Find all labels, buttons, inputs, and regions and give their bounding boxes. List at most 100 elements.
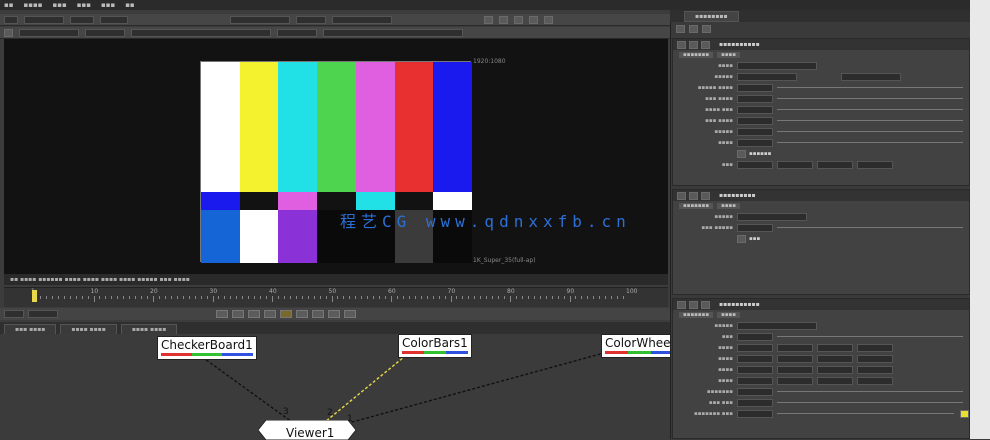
param-field[interactable]: [737, 376, 773, 385]
panel-close-icon[interactable]: [677, 300, 686, 309]
tab-dope-sheet[interactable]: ▪▪▪▪ ▪▪▪▪: [120, 324, 178, 334]
tab-node-graph[interactable]: ▪▪▪ ▪▪▪▪: [4, 324, 57, 334]
param-field[interactable]: [737, 116, 773, 125]
menu-layout[interactable]: ▪▪▪: [52, 1, 66, 9]
viewer-input-1[interactable]: 1: [347, 414, 353, 424]
tab-curve-editor[interactable]: ▪▪▪▪ ▪▪▪▪: [60, 324, 117, 334]
param-field[interactable]: [737, 105, 773, 114]
panel-center-icon[interactable]: [689, 40, 698, 49]
param-field[interactable]: [817, 160, 853, 169]
param-slider[interactable]: [777, 336, 963, 337]
pause-button[interactable]: [529, 15, 538, 24]
menu-render[interactable]: ▪▪▪: [101, 1, 115, 9]
stop-button[interactable]: [280, 310, 292, 318]
proxy-button[interactable]: [4, 28, 13, 37]
minimize-panels-button[interactable]: [702, 25, 711, 33]
gain-value[interactable]: [85, 28, 125, 37]
param-field[interactable]: [857, 365, 893, 374]
roi-button[interactable]: [484, 15, 493, 24]
param-dropdown[interactable]: [737, 72, 797, 81]
param-field[interactable]: [737, 83, 773, 92]
display-select[interactable]: [100, 15, 128, 24]
panel-float-icon[interactable]: [701, 191, 710, 200]
param-field[interactable]: [857, 343, 893, 352]
prev-key-button[interactable]: [232, 310, 244, 318]
color-swatch-button[interactable]: [960, 409, 969, 418]
param-field[interactable]: [737, 127, 773, 136]
panel-center-icon[interactable]: [689, 191, 698, 200]
param-field[interactable]: [777, 365, 813, 374]
param-slider[interactable]: [777, 120, 963, 121]
param-field[interactable]: [737, 398, 773, 407]
play-button[interactable]: [296, 310, 308, 318]
param-field[interactable]: [857, 354, 893, 363]
param-dropdown[interactable]: [737, 321, 817, 330]
first-frame-button[interactable]: [216, 310, 228, 318]
play-back-button[interactable]: [264, 310, 276, 318]
param-field[interactable]: [777, 160, 813, 169]
param-field[interactable]: [777, 343, 813, 352]
gamma-value[interactable]: [277, 28, 317, 37]
playhead-handle[interactable]: [32, 290, 37, 302]
timeline[interactable]: 1102030405060708090100: [4, 287, 668, 307]
param-field[interactable]: [817, 376, 853, 385]
node-graph[interactable]: CheckerBoard1 ColorBars1 ColorWheel View…: [0, 334, 677, 440]
node-viewer-label[interactable]: Viewer1: [286, 426, 334, 440]
param-field[interactable]: [737, 409, 773, 418]
layer-select[interactable]: [24, 15, 64, 24]
node-colorbars[interactable]: ColorBars1: [398, 334, 472, 358]
frame-range[interactable]: [28, 310, 58, 318]
param-slider[interactable]: [777, 402, 963, 403]
param-field[interactable]: [857, 160, 893, 169]
panel-close-icon[interactable]: [677, 191, 686, 200]
param-slider[interactable]: [777, 109, 963, 110]
param-dropdown[interactable]: [737, 61, 817, 70]
param-field[interactable]: [777, 354, 813, 363]
param-slider[interactable]: [777, 98, 963, 99]
param-field[interactable]: [817, 365, 853, 374]
param-field[interactable]: [857, 376, 893, 385]
param-checkbox[interactable]: [737, 234, 746, 243]
param-field[interactable]: [817, 354, 853, 363]
param-field[interactable]: [737, 387, 773, 396]
param-field[interactable]: [737, 138, 773, 147]
channel-select[interactable]: [4, 15, 18, 24]
last-frame-button[interactable]: [344, 310, 356, 318]
panel-float-icon[interactable]: [701, 40, 710, 49]
step-forward-button[interactable]: [312, 310, 324, 318]
param-field[interactable]: [737, 365, 773, 374]
tab-properties[interactable]: ▪▪▪▪▪▪▪▪: [684, 11, 739, 22]
node-colorwheel[interactable]: ColorWheel: [601, 334, 677, 358]
param-slider[interactable]: [777, 131, 963, 132]
wipe-button[interactable]: [544, 15, 553, 24]
viewer-input-2[interactable]: 2: [327, 408, 333, 418]
param-field[interactable]: [737, 94, 773, 103]
max-panels-button[interactable]: [689, 25, 698, 33]
param-slider[interactable]: [777, 413, 954, 414]
param-slider[interactable]: [777, 391, 963, 392]
param-field[interactable]: [737, 332, 773, 341]
param-field[interactable]: [737, 343, 773, 352]
menu-viewer[interactable]: ▪▪▪: [77, 1, 91, 9]
gamma-slider[interactable]: [131, 28, 271, 37]
input-a-select[interactable]: [230, 15, 290, 24]
viewer-input-3[interactable]: 3: [283, 407, 289, 417]
menu-edit[interactable]: ▪▪▪▪: [24, 1, 43, 9]
panel-float-icon[interactable]: [701, 300, 710, 309]
clear-panels-button[interactable]: [676, 25, 685, 33]
param-checkbox[interactable]: [737, 149, 746, 158]
param-slider[interactable]: [777, 87, 963, 88]
param-dropdown[interactable]: [737, 212, 807, 221]
gain-slider[interactable]: [19, 28, 79, 37]
param-field[interactable]: [817, 343, 853, 352]
param-dropdown[interactable]: [841, 72, 901, 81]
param-slider[interactable]: [777, 142, 963, 143]
menu-file[interactable]: ▪▪: [4, 1, 14, 9]
menu-help[interactable]: ▪▪: [125, 1, 135, 9]
param-field[interactable]: [737, 223, 773, 232]
frame-start[interactable]: [4, 310, 24, 318]
compare-select[interactable]: [296, 15, 326, 24]
panel-close-icon[interactable]: [677, 40, 686, 49]
grid-button[interactable]: [514, 15, 523, 24]
exposure-slider[interactable]: [323, 28, 463, 37]
